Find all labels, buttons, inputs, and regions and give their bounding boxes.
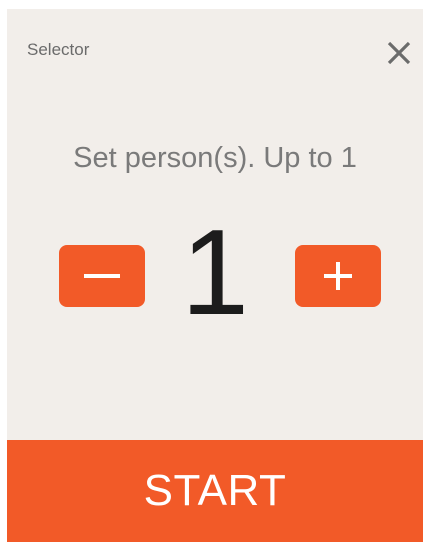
person-count-stepper: 1 <box>7 204 423 340</box>
start-button[interactable]: START <box>7 440 423 542</box>
increment-button[interactable] <box>295 245 381 307</box>
selector-dialog: Selector Set person(s). Up to 1 1 START <box>7 9 423 542</box>
decrement-button[interactable] <box>59 245 145 307</box>
plus-icon <box>324 262 352 290</box>
dialog-title: Selector <box>27 40 90 59</box>
close-button[interactable] <box>385 39 413 67</box>
dialog-header: Selector <box>7 9 423 89</box>
minus-icon <box>84 274 120 278</box>
person-count-value: 1 <box>181 204 249 340</box>
person-limit-prompt: Set person(s). Up to 1 <box>73 142 357 174</box>
close-icon <box>387 41 411 65</box>
